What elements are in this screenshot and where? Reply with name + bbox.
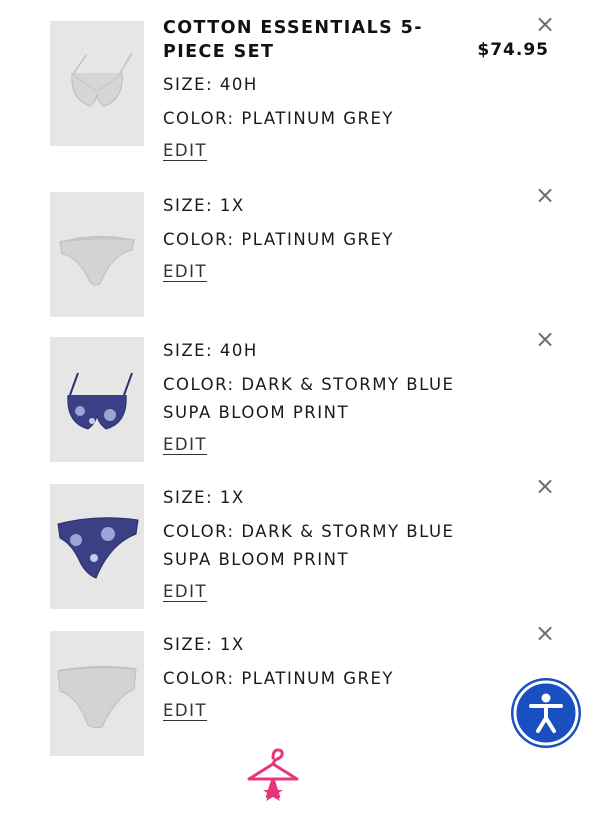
color-label: COLOR: DARK & STORMY BLUE SUPA BLOOM PRI… [163, 375, 455, 422]
thong-navy-print-icon [57, 517, 139, 579]
edit-link[interactable]: EDIT [163, 582, 207, 601]
color-label: COLOR: PLATINUM GREY [163, 230, 394, 249]
color-label: COLOR: PLATINUM GREY [163, 109, 394, 128]
item-price: $74.95 [477, 40, 549, 60]
product-thumbnail[interactable] [50, 192, 144, 317]
cart-item: SIZE: 1X COLOR: PLATINUM GREY EDIT × [0, 620, 600, 760]
edit-link[interactable]: EDIT [163, 435, 207, 454]
edit-link[interactable]: EDIT [163, 701, 207, 720]
product-thumbnail[interactable] [50, 337, 144, 462]
cart-item: SIZE: 1X COLOR: PLATINUM GREY EDIT × [0, 180, 600, 320]
remove-item-close-icon[interactable]: × [535, 621, 555, 645]
brief-grey-icon [59, 235, 135, 286]
remove-item-close-icon[interactable]: × [535, 474, 555, 498]
full-brief-grey-icon [57, 665, 137, 729]
cart-item: SIZE: 40H COLOR: DARK & STORMY BLUE SUPA… [0, 320, 600, 470]
size-label: SIZE: 1X [163, 635, 245, 654]
product-thumbnail[interactable] [50, 484, 144, 609]
size-label: SIZE: 40H [163, 75, 258, 94]
product-thumbnail[interactable] [50, 631, 144, 756]
edit-link[interactable]: EDIT [163, 141, 207, 160]
product-title: COTTON ESSENTIALS 5-PIECE SET [163, 18, 423, 62]
cart-item: COTTON ESSENTIALS 5-PIECE SET SIZE: 40H … [0, 0, 600, 180]
hanger-logo-icon [245, 746, 301, 802]
product-thumbnail[interactable] [50, 21, 144, 146]
accessibility-button[interactable] [511, 678, 581, 748]
color-label: COLOR: DARK & STORMY BLUE SUPA BLOOM PRI… [163, 522, 455, 569]
size-label: SIZE: 40H [163, 341, 258, 360]
bra-grey-icon [71, 52, 133, 107]
accessibility-icon [513, 680, 579, 746]
size-label: SIZE: 1X [163, 488, 245, 507]
remove-item-close-icon[interactable]: × [535, 12, 555, 36]
size-label: SIZE: 1X [163, 196, 245, 215]
cart-item: SIZE: 1X COLOR: DARK & STORMY BLUE SUPA … [0, 470, 600, 620]
bra-navy-print-icon [67, 372, 133, 430]
color-label: COLOR: PLATINUM GREY [163, 669, 394, 688]
remove-item-close-icon[interactable]: × [535, 327, 555, 351]
edit-link[interactable]: EDIT [163, 262, 207, 281]
remove-item-close-icon[interactable]: × [535, 183, 555, 207]
